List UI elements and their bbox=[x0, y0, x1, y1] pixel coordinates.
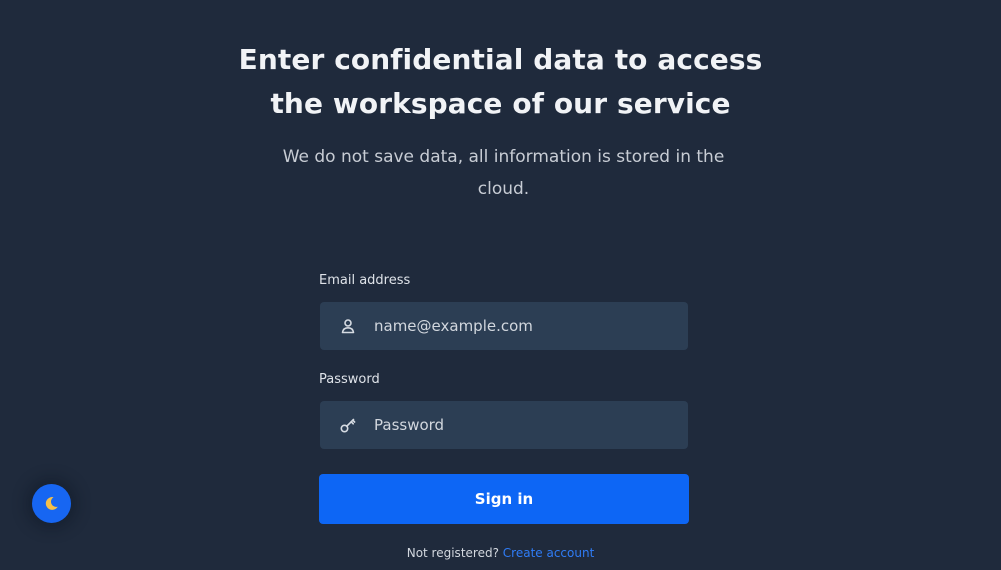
create-account-link[interactable]: Create account bbox=[503, 546, 595, 560]
theme-toggle-button[interactable] bbox=[32, 484, 71, 523]
password-field[interactable] bbox=[320, 401, 688, 449]
page-title-line-1: Enter confidential data to access bbox=[238, 43, 763, 76]
page-subtitle: We do not save data, all information is … bbox=[282, 147, 725, 199]
sign-in-button[interactable]: Sign in bbox=[319, 474, 689, 524]
password-label: Password bbox=[319, 372, 380, 387]
moon-icon bbox=[45, 497, 58, 510]
email-input[interactable] bbox=[374, 302, 674, 350]
key-icon bbox=[338, 415, 358, 435]
email-field[interactable] bbox=[320, 302, 688, 350]
password-input[interactable] bbox=[374, 401, 674, 449]
user-icon bbox=[338, 316, 358, 336]
register-prompt: Not registered? Create account bbox=[0, 545, 1001, 561]
register-prompt-text: Not registered? bbox=[406, 546, 499, 560]
page-title-line-2: the workspace of our service bbox=[270, 87, 731, 120]
page-title: Enter confidential data to access the wo… bbox=[0, 38, 1001, 126]
email-label: Email address bbox=[319, 273, 411, 288]
login-page: Enter confidential data to access the wo… bbox=[0, 0, 1001, 570]
